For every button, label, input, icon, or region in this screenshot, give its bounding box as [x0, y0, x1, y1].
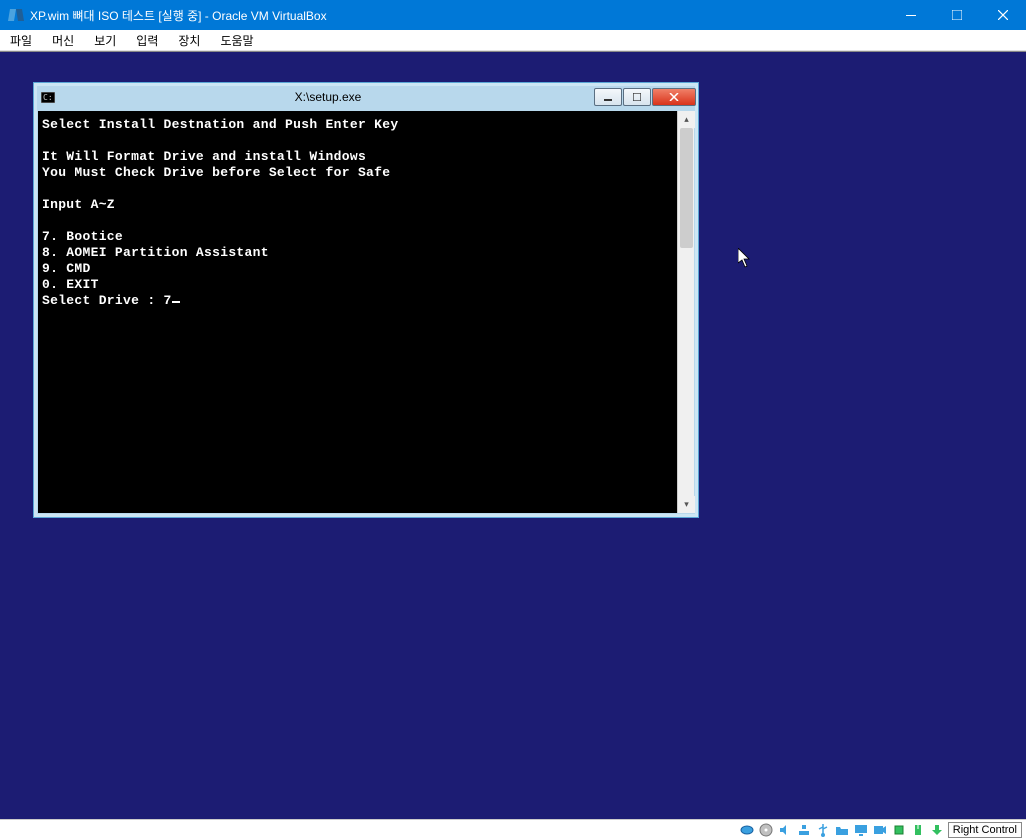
console-line: 7. Bootice: [42, 229, 123, 244]
console-minimize-button[interactable]: [594, 88, 622, 106]
console-line: It Will Format Drive and install Windows: [42, 149, 366, 164]
text-cursor: [172, 301, 180, 303]
menu-machine[interactable]: 머신: [42, 30, 84, 51]
console-line: Select Install Destnation and Push Enter…: [42, 117, 398, 132]
maximize-button[interactable]: [934, 0, 980, 30]
menu-file[interactable]: 파일: [0, 30, 42, 51]
scroll-thumb[interactable]: [680, 128, 693, 248]
guest-display[interactable]: C: X:\setup.exe Select Install Destnat: [0, 51, 1026, 819]
optical-disc-icon[interactable]: [758, 822, 774, 838]
console-line: Input A~Z: [42, 197, 115, 212]
menu-input[interactable]: 입력: [126, 30, 168, 51]
console-line: 8. AOMEI Partition Assistant: [42, 245, 269, 260]
menu-view[interactable]: 보기: [84, 30, 126, 51]
vbox-statusbar: Right Control: [0, 819, 1026, 839]
svg-text:C:: C:: [43, 93, 53, 102]
console-body: Select Install Destnation and Push Enter…: [38, 111, 694, 513]
console-scrollbar[interactable]: ▴ ▾: [677, 111, 694, 513]
virtualbox-window: XP.wim 뼈대 ISO 테스트 [실행 중] - Oracle VM Vir…: [0, 0, 1026, 839]
scroll-down-button[interactable]: ▾: [678, 496, 695, 513]
console-window: C: X:\setup.exe Select Install Destnat: [33, 82, 699, 518]
minimize-button[interactable]: [888, 0, 934, 30]
cpu-icon[interactable]: [891, 822, 907, 838]
console-close-button[interactable]: [652, 88, 696, 106]
shared-folders-icon[interactable]: [834, 822, 850, 838]
console-line: Select Drive : 7: [42, 293, 172, 308]
console-line: 0. EXIT: [42, 277, 99, 292]
menu-devices[interactable]: 장치: [168, 30, 210, 51]
vbox-window-buttons: [888, 0, 1026, 30]
console-app-icon: C:: [40, 89, 56, 105]
scroll-up-button[interactable]: ▴: [678, 111, 695, 128]
console-output[interactable]: Select Install Destnation and Push Enter…: [38, 111, 677, 513]
console-maximize-button[interactable]: [623, 88, 651, 106]
console-line: 9. CMD: [42, 261, 91, 276]
virtualbox-icon: [8, 7, 24, 23]
usb-icon[interactable]: [815, 822, 831, 838]
mouse-cursor-icon: [738, 248, 752, 268]
recording-icon[interactable]: [872, 822, 888, 838]
audio-icon[interactable]: [777, 822, 793, 838]
console-line: You Must Check Drive before Select for S…: [42, 165, 390, 180]
vbox-title: XP.wim 뼈대 ISO 테스트 [실행 중] - Oracle VM Vir…: [30, 7, 888, 24]
hard-disk-icon[interactable]: [739, 822, 755, 838]
console-window-buttons: [594, 88, 696, 106]
keyboard-capture-icon[interactable]: [929, 822, 945, 838]
display-icon[interactable]: [853, 822, 869, 838]
network-icon[interactable]: [796, 822, 812, 838]
close-button[interactable]: [980, 0, 1026, 30]
vbox-titlebar[interactable]: XP.wim 뼈대 ISO 테스트 [실행 중] - Oracle VM Vir…: [0, 0, 1026, 30]
vbox-menubar: 파일 머신 보기 입력 장치 도움말: [0, 30, 1026, 51]
menu-help[interactable]: 도움말: [210, 30, 263, 51]
mouse-integration-icon[interactable]: [910, 822, 926, 838]
console-titlebar[interactable]: C: X:\setup.exe: [34, 83, 698, 111]
console-title: X:\setup.exe: [62, 90, 594, 104]
host-key-indicator[interactable]: Right Control: [948, 822, 1022, 838]
